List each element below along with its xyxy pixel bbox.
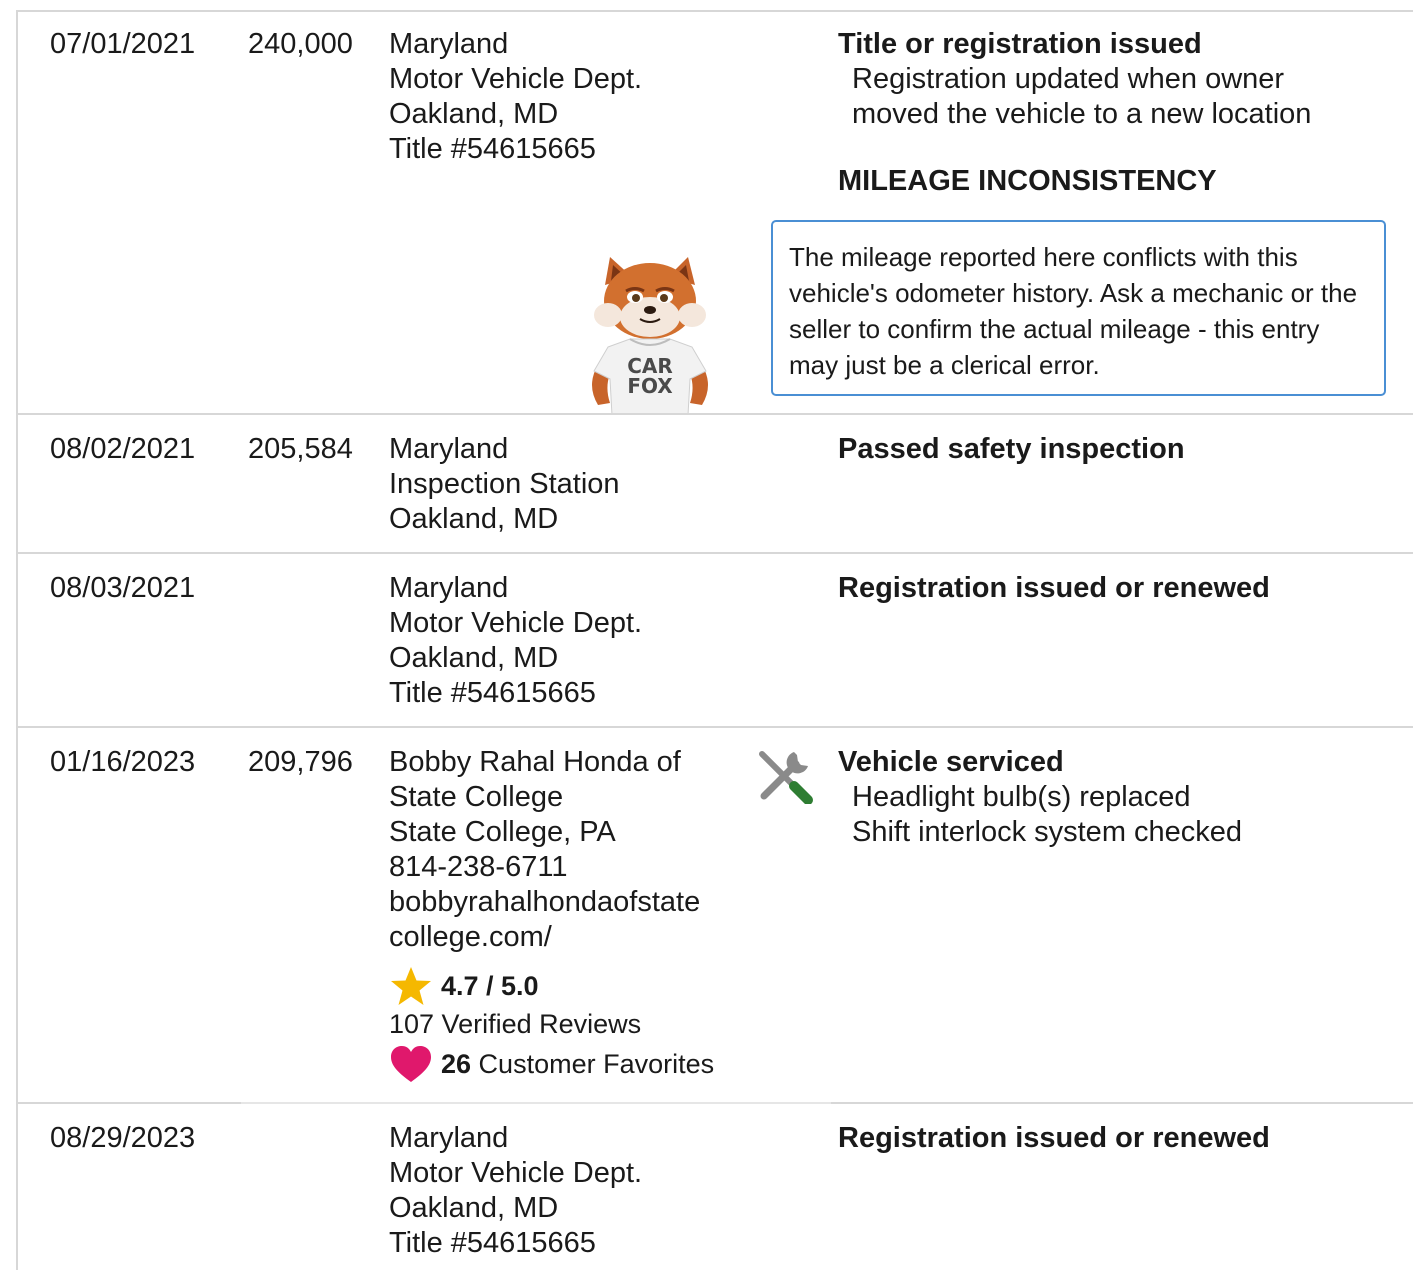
source-line: Motor Vehicle Dept.	[389, 63, 643, 95]
row-divider	[241, 1102, 831, 1104]
row-2-odometer: 205,584	[248, 433, 353, 465]
row-3-comments: Registration issued or renewed	[838, 571, 1270, 606]
source-line: Maryland	[389, 433, 509, 465]
source-line: Oakland, MD	[389, 503, 559, 535]
dealer-name: State College	[389, 781, 564, 813]
dealer-rating[interactable]: 4.7 / 5.0	[389, 966, 539, 1006]
favorites-text: 26 Customer Favorites	[441, 1049, 714, 1080]
mascot-shirt-text: FOX	[627, 374, 673, 398]
customer-favorites: 26 Customer Favorites	[389, 1044, 714, 1084]
row-4-source: Bobby Rahal Honda of State College State…	[389, 745, 700, 955]
dealer-website-link[interactable]: college.com/	[389, 920, 700, 955]
dealer-name: Bobby Rahal Honda of	[389, 746, 681, 778]
row-1-comments: Title or registration issued Registratio…	[838, 27, 1311, 132]
event-heading: Vehicle serviced	[838, 746, 1064, 778]
row-3-source: Maryland Motor Vehicle Dept. Oakland, MD…	[389, 571, 642, 711]
source-line: Title #54615665	[389, 677, 596, 709]
source-line: Title #54615665	[389, 1227, 596, 1259]
row-divider	[17, 552, 1413, 554]
source-line: Title #54615665	[389, 133, 596, 165]
heart-icon	[391, 1046, 431, 1082]
event-heading: Passed safety inspection	[838, 433, 1185, 465]
row-5-date: 08/29/2023	[50, 1122, 196, 1154]
table-left-border	[16, 10, 18, 1270]
car-fox-mascot: CAR FOX	[592, 257, 708, 415]
dealer-location: State College, PA	[389, 816, 616, 848]
row-1-date: 07/01/2021	[50, 28, 196, 60]
dealer-phone[interactable]: 814-238-6711	[389, 850, 700, 885]
mileage-warning-box: The mileage reported here conflicts with…	[771, 220, 1386, 396]
source-line: Oakland, MD	[389, 642, 559, 674]
source-line: Oakland, MD	[389, 98, 559, 130]
source-line: Oakland, MD	[389, 1192, 559, 1224]
row-4-comments: Vehicle serviced Headlight bulb(s) repla…	[838, 745, 1242, 850]
event-detail: moved the vehicle to a new location	[852, 98, 1312, 130]
row-divider	[17, 726, 1413, 728]
row-1-odometer: 240,000	[248, 28, 353, 60]
row-1-source: Maryland Motor Vehicle Dept. Oakland, MD…	[389, 27, 642, 167]
row-4-odometer: 209,796	[248, 746, 353, 778]
event-detail: Registration updated when owner	[852, 63, 1285, 95]
source-line: Inspection Station	[389, 468, 620, 500]
favorites-count: 26	[441, 1048, 472, 1079]
event-heading: Title or registration issued	[838, 28, 1202, 60]
event-heading: Registration issued or renewed	[838, 1122, 1270, 1154]
row-3-date: 08/03/2021	[50, 572, 196, 604]
row-4-date: 01/16/2023	[50, 746, 196, 778]
row-divider	[17, 1102, 241, 1104]
table-top-border	[17, 10, 1413, 12]
row-divider	[831, 1102, 1413, 1104]
favorites-label: Customer Favorites	[471, 1048, 715, 1079]
row-5-source: Maryland Motor Vehicle Dept. Oakland, MD…	[389, 1121, 642, 1261]
event-detail: Shift interlock system checked	[852, 816, 1243, 848]
event-heading: Registration issued or renewed	[838, 572, 1270, 604]
row-5-comments: Registration issued or renewed	[838, 1121, 1270, 1156]
source-line: Maryland	[389, 1122, 509, 1154]
verified-reviews-link[interactable]: 107 Verified Reviews	[389, 1008, 641, 1040]
source-line: Maryland	[389, 28, 509, 60]
mileage-inconsistency-title: MILEAGE INCONSISTENCY	[838, 165, 1217, 197]
service-wrench-icon	[759, 751, 813, 804]
row-2-date: 08/02/2021	[50, 433, 196, 465]
row-2-comments: Passed safety inspection	[838, 432, 1185, 467]
source-line: Motor Vehicle Dept.	[389, 607, 643, 639]
star-icon	[391, 967, 431, 1005]
row-divider	[17, 413, 1413, 415]
rating-value: 4.7 / 5.0	[441, 970, 539, 1001]
row-2-source: Maryland Inspection Station Oakland, MD	[389, 432, 620, 537]
source-line: Motor Vehicle Dept.	[389, 1157, 643, 1189]
source-line: Maryland	[389, 572, 509, 604]
event-detail: Headlight bulb(s) replaced	[852, 781, 1191, 813]
dealer-website-link[interactable]: bobbyrahalhondaofstate	[389, 885, 700, 920]
